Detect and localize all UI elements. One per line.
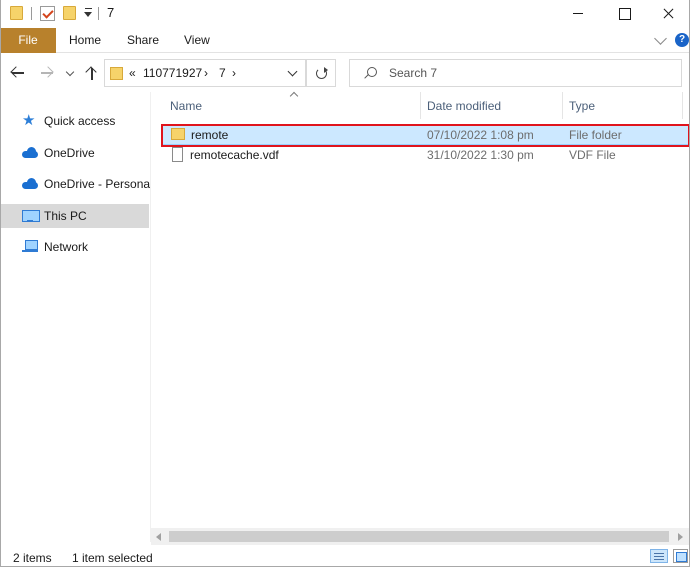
- navigation-bar: « 110771927 › 7 › Search 7: [0, 54, 690, 92]
- address-bar[interactable]: « 110771927 › 7 ›: [104, 59, 306, 87]
- file-name: remotecache.vdf: [190, 148, 279, 162]
- separator: [98, 7, 99, 20]
- cloud-icon: [22, 177, 38, 191]
- customize-toolbar-icon[interactable]: [84, 8, 93, 18]
- file-row-remotecache[interactable]: remotecache.vdf 31/10/2022 1:30 pm VDF F…: [161, 145, 689, 166]
- cloud-icon: [22, 146, 38, 160]
- ribbon-tabs: File Home Share View: [0, 28, 690, 53]
- folder-icon: [110, 67, 123, 80]
- recent-locations-icon[interactable]: [65, 67, 75, 77]
- sort-ascending-icon: [289, 91, 299, 101]
- large-icons-view-icon[interactable]: [673, 549, 688, 563]
- properties-icon[interactable]: [40, 6, 55, 21]
- search-placeholder: Search 7: [389, 66, 438, 80]
- breadcrumb-7[interactable]: 7: [219, 66, 226, 80]
- navigation-pane: ★ Quick access OneDrive OneDrive - Perso…: [0, 92, 153, 542]
- sidebar-item-label: OneDrive - Personal: [44, 177, 153, 191]
- folder-icon: [10, 6, 23, 20]
- scroll-right-icon[interactable]: [678, 533, 683, 541]
- column-divider[interactable]: [420, 92, 421, 119]
- tab-home[interactable]: Home: [69, 28, 101, 53]
- horizontal-scrollbar[interactable]: [151, 528, 690, 545]
- sidebar-item-label: Quick access: [44, 114, 116, 128]
- highlight-annotation: [161, 124, 690, 147]
- file-date: 31/10/2022 1:30 pm: [427, 148, 534, 162]
- breadcrumb-110771927[interactable]: 110771927: [143, 66, 202, 80]
- status-bar: 2 items 1 item selected: [0, 545, 690, 567]
- close-button[interactable]: [645, 0, 690, 28]
- separator: [31, 7, 32, 20]
- new-folder-icon[interactable]: [63, 6, 76, 20]
- breadcrumb-overflow[interactable]: «: [129, 66, 136, 80]
- search-input[interactable]: Search 7: [349, 59, 682, 87]
- star-icon: ★: [22, 112, 36, 129]
- column-divider[interactable]: [682, 92, 683, 119]
- column-header-name[interactable]: Name: [170, 99, 202, 113]
- maximize-button[interactable]: [601, 0, 647, 28]
- refresh-button[interactable]: [306, 59, 336, 87]
- back-button[interactable]: [10, 65, 26, 81]
- item-count: 2 items: [13, 551, 52, 565]
- sidebar-item-this-pc[interactable]: This PC: [0, 204, 149, 228]
- title-bar: 7: [0, 0, 690, 28]
- address-dropdown-icon[interactable]: [287, 66, 298, 77]
- selection-count: 1 item selected: [72, 551, 153, 565]
- sidebar-item-onedrive-personal[interactable]: OneDrive - Personal: [0, 172, 153, 196]
- file-list: Name Date modified Type remote 07/10/202…: [150, 91, 690, 542]
- minimize-button[interactable]: [555, 0, 601, 28]
- search-icon: [364, 67, 377, 79]
- tab-view[interactable]: View: [184, 28, 210, 53]
- sidebar-item-quick-access[interactable]: ★ Quick access: [0, 109, 149, 133]
- up-button[interactable]: [84, 65, 100, 81]
- sidebar-item-label: Network: [44, 240, 89, 254]
- breadcrumb-separator[interactable]: ›: [232, 66, 236, 80]
- tab-file[interactable]: File: [0, 28, 56, 53]
- column-header-date[interactable]: Date modified: [427, 99, 501, 113]
- help-icon[interactable]: ?: [675, 33, 689, 47]
- sidebar-item-onedrive[interactable]: OneDrive: [0, 141, 149, 165]
- sidebar-item-label: This PC: [44, 209, 87, 223]
- sidebar-item-network[interactable]: Network: [0, 235, 149, 259]
- column-divider[interactable]: [562, 92, 563, 119]
- column-header-type[interactable]: Type: [569, 99, 595, 113]
- scroll-left-icon[interactable]: [156, 533, 161, 541]
- breadcrumb-separator[interactable]: ›: [204, 66, 208, 80]
- network-icon: [22, 240, 38, 254]
- computer-icon: [22, 209, 40, 223]
- file-type: VDF File: [569, 148, 616, 162]
- scrollbar-thumb[interactable]: [169, 531, 669, 542]
- sidebar-item-label: OneDrive: [44, 146, 95, 160]
- forward-button[interactable]: [39, 65, 55, 81]
- details-view-icon[interactable]: [650, 549, 668, 563]
- window-title: 7: [107, 5, 115, 20]
- file-icon: [172, 147, 183, 162]
- tab-share[interactable]: Share: [127, 28, 159, 53]
